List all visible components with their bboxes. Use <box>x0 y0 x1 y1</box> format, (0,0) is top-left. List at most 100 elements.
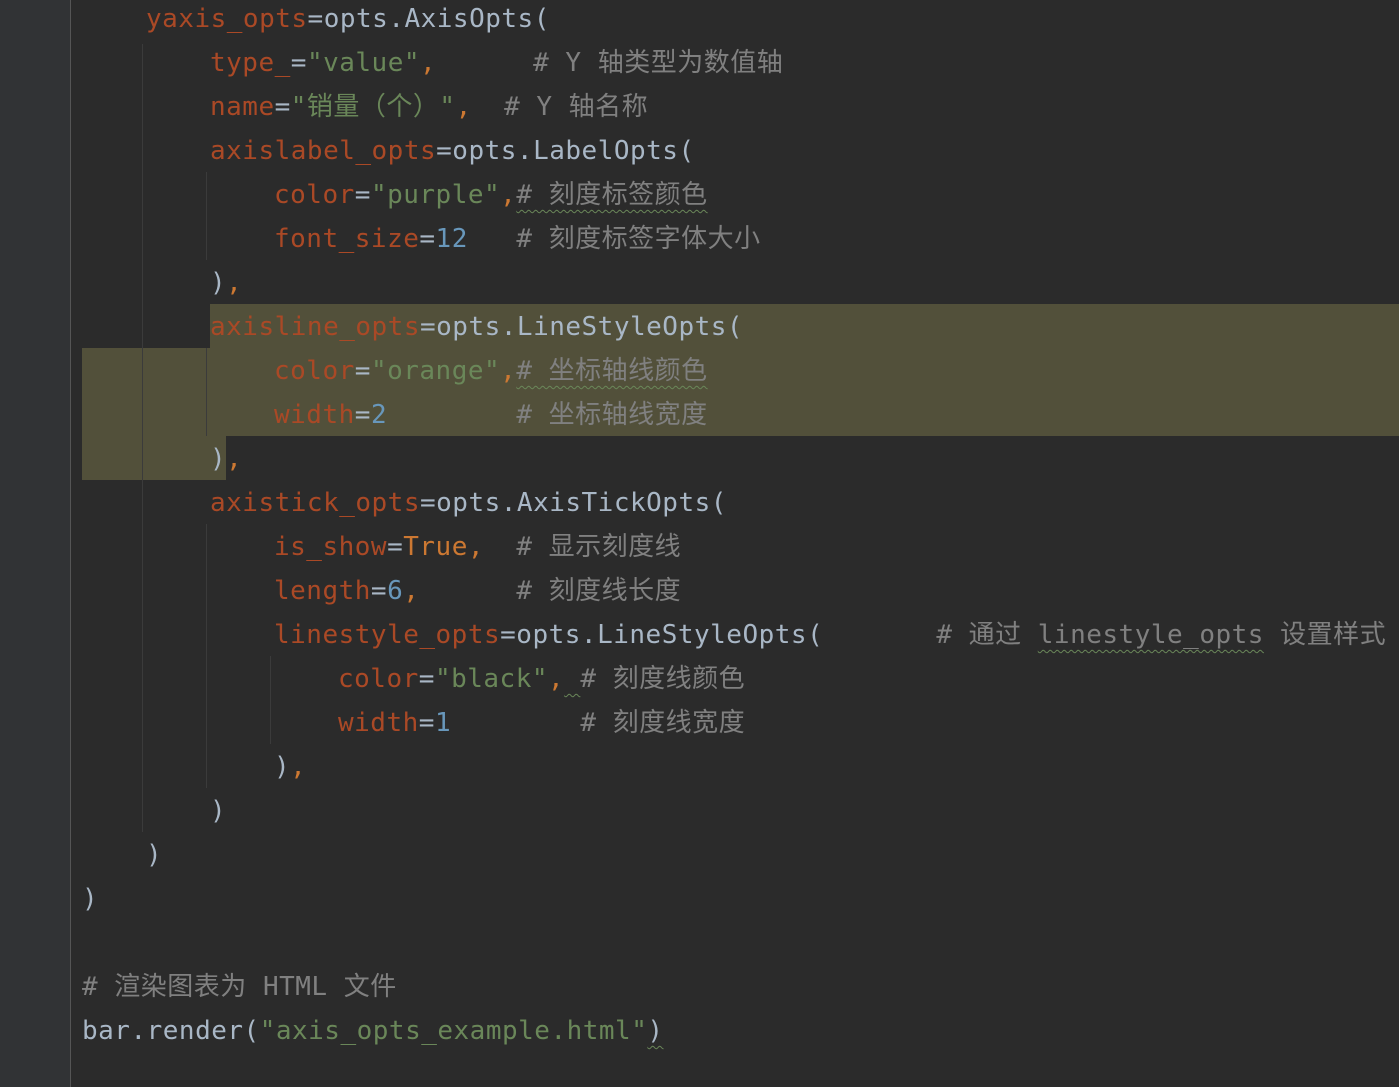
code-token: , <box>290 752 307 782</box>
code-token: linestyle_opts <box>1037 620 1264 650</box>
code-token: , <box>403 576 420 606</box>
code-token: # 通过 <box>936 620 1038 650</box>
code-token: width <box>338 708 419 738</box>
code-line[interactable]: linestyle_opts=opts.LineStyleOpts( # 通过 … <box>0 613 1386 657</box>
code-token: = <box>290 48 307 78</box>
code-editor[interactable]: yaxis_opts=opts.AxisOpts(type_="value", … <box>0 0 1399 1087</box>
code-token: =opts.LineStyleOpts( <box>500 620 824 650</box>
code-line[interactable]: font_size=12 # 刻度标签字体大小 <box>0 217 761 261</box>
code-token: # 刻度标签字体大小 <box>516 224 761 254</box>
code-token: , <box>226 444 243 474</box>
code-token: = <box>354 180 371 210</box>
code-line[interactable]: axislabel_opts=opts.LabelOpts( <box>0 129 695 173</box>
code-line[interactable]: color="purple",# 刻度标签颜色 <box>0 173 708 217</box>
code-line[interactable]: # 渲染图表为 HTML 文件 <box>0 965 397 1009</box>
code-token: # 刻度线宽度 <box>580 708 746 738</box>
code-token: 1 <box>434 708 452 738</box>
code-token: # 显示刻度线 <box>516 532 682 562</box>
code-token: "black" <box>434 664 549 694</box>
code-token: , <box>226 268 243 298</box>
code-line[interactable]: ), <box>0 745 306 789</box>
code-line[interactable]: name="销量（个）", # Y 轴名称 <box>0 85 648 129</box>
code-token: # 刻度线长度 <box>516 576 682 606</box>
code-token: = <box>354 356 371 386</box>
code-line[interactable]: color="orange",# 坐标轴线颜色 <box>0 349 708 393</box>
code-token: = <box>418 708 435 738</box>
code-token: = <box>370 576 388 606</box>
code-token: color <box>274 180 355 210</box>
code-line[interactable]: ) <box>0 789 226 833</box>
code-token: "value" <box>306 48 421 78</box>
code-token: ) <box>274 752 291 782</box>
code-token: # 渲染图表为 HTML 文件 <box>82 972 397 1002</box>
code-line[interactable]: type_="value", # Y 轴类型为数值轴 <box>0 41 783 85</box>
code-token: type_ <box>210 48 291 78</box>
code-line[interactable]: ), <box>0 261 242 305</box>
code-token: 设置样式 <box>1263 620 1387 650</box>
code-token: axislabel_opts <box>210 136 437 166</box>
code-token: length <box>274 576 371 606</box>
code-token: =opts.AxisOpts( <box>307 4 550 34</box>
code-token: =opts.AxisTickOpts( <box>420 488 727 518</box>
code-token: 12 <box>435 224 468 254</box>
code-token: ) <box>210 796 227 826</box>
code-token: 6 <box>387 576 404 606</box>
code-line[interactable]: axistick_opts=opts.AxisTickOpts( <box>0 481 727 525</box>
code-token: "orange" <box>370 356 501 386</box>
code-token: ) <box>210 444 227 474</box>
code-token: , <box>548 664 565 694</box>
code-token: "销量（个）" <box>290 92 456 122</box>
code-line[interactable]: is_show=True, # 显示刻度线 <box>0 525 681 569</box>
code-token: axistick_opts <box>210 488 420 518</box>
code-token: =opts.LineStyleOpts( <box>420 312 744 342</box>
code-token: bar.render( <box>82 1016 260 1046</box>
code-token: , <box>500 180 517 210</box>
code-token: axisline_opts <box>210 312 420 342</box>
code-token: , <box>420 48 437 78</box>
code-token: = <box>419 224 436 254</box>
code-line[interactable]: ) <box>0 877 98 921</box>
code-token: True <box>403 532 468 562</box>
code-token: "purple" <box>370 180 501 210</box>
code-token: yaxis_opts <box>146 4 308 34</box>
code-token: =opts.LabelOpts( <box>436 136 695 166</box>
code-line[interactable]: ), <box>0 437 242 481</box>
code-token: # 坐标轴线宽度 <box>516 400 708 430</box>
code-line[interactable]: width=1 # 刻度线宽度 <box>0 701 745 745</box>
code-token: ) <box>647 1016 664 1046</box>
code-token: , <box>467 532 485 562</box>
code-token: linestyle_opts <box>274 620 501 650</box>
code-token: = <box>354 400 371 430</box>
code-line[interactable]: length=6, # 刻度线长度 <box>0 569 681 613</box>
code-token: "axis_opts_example.html" <box>259 1016 648 1046</box>
code-token: , <box>500 356 517 386</box>
code-token: ) <box>146 840 163 870</box>
code-token: # Y 轴类型为数值轴 <box>533 48 784 78</box>
code-token: = <box>274 92 291 122</box>
code-token: = <box>387 532 404 562</box>
code-token: is_show <box>274 532 388 562</box>
code-token: # 刻度标签颜色 <box>516 180 708 210</box>
code-token: color <box>338 664 419 694</box>
code-line[interactable]: width=2 # 坐标轴线宽度 <box>0 393 708 437</box>
code-token: width <box>274 400 355 430</box>
code-token: ) <box>210 268 227 298</box>
code-line[interactable]: yaxis_opts=opts.AxisOpts( <box>0 0 550 41</box>
code-token: ) <box>82 884 99 914</box>
code-line[interactable]: color="black", # 刻度线颜色 <box>0 657 745 701</box>
code-token: # Y 轴名称 <box>504 92 649 122</box>
code-line[interactable] <box>0 921 82 965</box>
code-token: = <box>418 664 435 694</box>
code-token: color <box>274 356 355 386</box>
code-line[interactable]: ) <box>0 833 162 877</box>
code-line[interactable]: bar.render("axis_opts_example.html") <box>0 1009 664 1053</box>
code-line[interactable]: axisline_opts=opts.LineStyleOpts( <box>0 305 743 349</box>
